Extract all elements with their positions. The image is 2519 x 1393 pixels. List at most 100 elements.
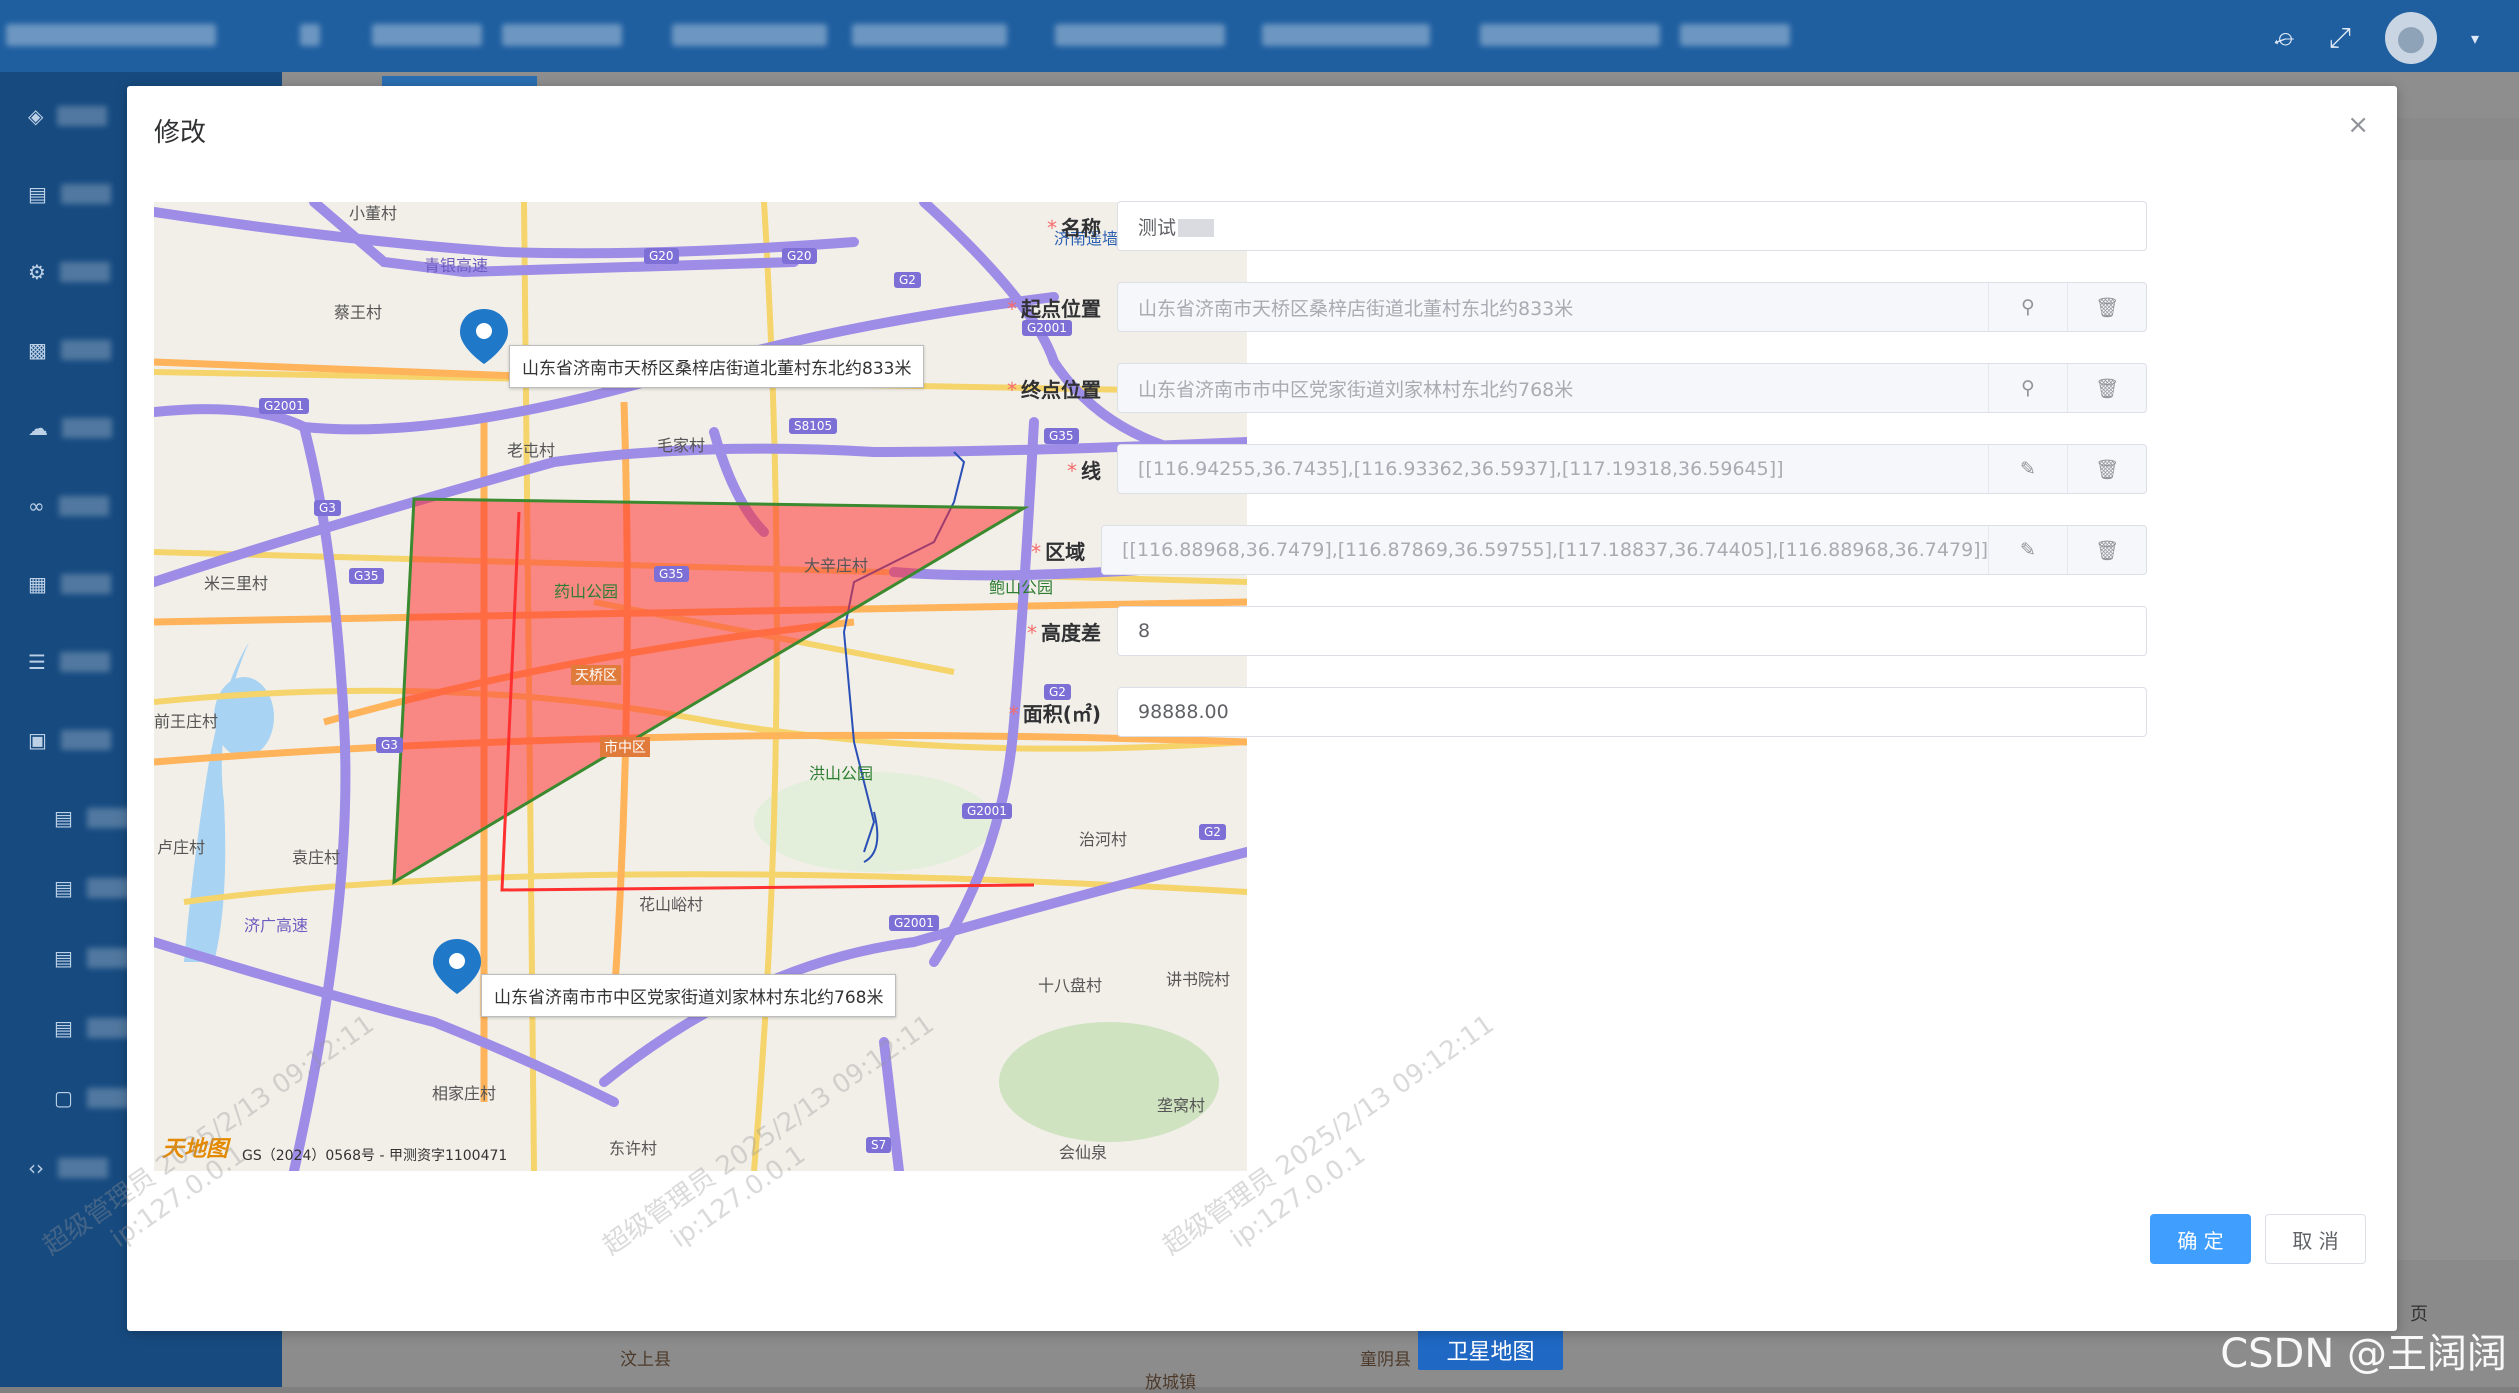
sidebar-item[interactable]: ▦ bbox=[28, 572, 111, 596]
road-badge: G35 bbox=[1044, 428, 1079, 444]
document-icon: ▤ bbox=[28, 182, 47, 206]
sidebar-item[interactable]: ▩ bbox=[28, 338, 111, 362]
confirm-button[interactable]: 确 定 bbox=[2150, 1214, 2251, 1264]
label-size: 面积(㎡) bbox=[1022, 701, 1101, 726]
map-place: 米三里村 bbox=[204, 574, 269, 593]
sidebar-item[interactable]: ▢ bbox=[54, 1086, 137, 1110]
sidebar-item[interactable]: ▤ bbox=[28, 182, 111, 206]
label-height: 高度差 bbox=[1041, 620, 1101, 645]
cancel-button[interactable]: 取 消 bbox=[2265, 1214, 2366, 1264]
map-place: 会仙泉 bbox=[1059, 1143, 1108, 1162]
height-value: 8 bbox=[1138, 620, 1151, 642]
bg-map-label: 童阴县 bbox=[1360, 1350, 1411, 1370]
box-icon: ▢ bbox=[54, 1086, 73, 1110]
road-badge: G2001 bbox=[962, 803, 1012, 819]
sidebar-item[interactable]: ☁ bbox=[28, 416, 112, 440]
sidebar-item[interactable]: ▣ bbox=[28, 728, 111, 752]
location-pin-icon[interactable]: ⚲ bbox=[1988, 283, 2067, 331]
map-place: 袁庄村 bbox=[292, 848, 341, 867]
chart-icon: ▩ bbox=[28, 338, 47, 362]
start-position-input[interactable]: 山东省济南市天桥区桑梓店街道北董村东北约833米 ⚲ 🗑 bbox=[1117, 282, 2147, 332]
sidebar-item[interactable]: ▤ bbox=[54, 876, 137, 900]
doc-icon: ▤ bbox=[54, 946, 73, 970]
map-place: 老屯村 bbox=[507, 441, 556, 460]
book-icon: ▣ bbox=[28, 728, 47, 752]
map-copyright: GS（2024）0568号 - 甲测资字1100471 bbox=[242, 1148, 508, 1164]
close-icon[interactable]: × bbox=[2347, 110, 2369, 140]
doc-icon: ▤ bbox=[54, 806, 73, 830]
area-value: [[116.88968,36.7479],[116.87869,36.59755… bbox=[1122, 539, 1988, 561]
map-place: 济广高速 bbox=[244, 916, 309, 935]
dialog-title: 修改 bbox=[154, 118, 207, 148]
code-icon: ‹› bbox=[28, 1156, 44, 1180]
location-pin-icon[interactable]: ⚲ bbox=[1988, 364, 2067, 412]
side-panel bbox=[2380, 160, 2519, 1260]
sidebar-item[interactable]: ▤ bbox=[54, 806, 137, 830]
sidebar-item[interactable]: ‹› bbox=[28, 1156, 108, 1180]
map-place: 讲书院村 bbox=[1166, 970, 1231, 989]
label-end: 终点位置 bbox=[1021, 377, 1101, 402]
chevron-down-icon[interactable]: ▾ bbox=[2471, 29, 2479, 48]
doc-icon: ▤ bbox=[54, 1016, 73, 1040]
link-icon: ∞ bbox=[28, 494, 45, 518]
sidebar-item[interactable]: ∞ bbox=[28, 494, 109, 518]
avatar[interactable]: ● bbox=[2384, 12, 2437, 64]
size-input[interactable]: 98888.00 bbox=[1117, 687, 2147, 737]
road-badge: G2001 bbox=[259, 398, 309, 414]
fullscreen-icon[interactable]: ⤢ bbox=[2329, 21, 2351, 55]
road-badge: G2 bbox=[1199, 824, 1226, 840]
map-place: 毛家村 bbox=[657, 436, 706, 455]
end-pin-label: 山东省济南市市中区党家街道刘家林村东北约768米 bbox=[481, 974, 897, 1017]
layers-icon: ◈ bbox=[28, 104, 44, 128]
map-place: 卢庄村 bbox=[157, 838, 206, 857]
bell-icon[interactable]: ⌮ bbox=[2274, 21, 2295, 55]
sidebar-item[interactable]: ▤ bbox=[54, 1016, 137, 1040]
bg-map-label: 放城镇 bbox=[1145, 1373, 1196, 1393]
name-input[interactable]: 测试 bbox=[1117, 201, 2147, 251]
edit-icon[interactable]: ✎ bbox=[1988, 526, 2067, 574]
map-place: 市中区 bbox=[600, 737, 650, 757]
road-badge: G2001 bbox=[889, 915, 939, 931]
redacted-text bbox=[1178, 219, 1215, 237]
road-badge: S8105 bbox=[789, 418, 838, 434]
form-row-size: * 面积(㎡) 98888.00 bbox=[977, 687, 2147, 737]
end-position-value: 山东省济南市市中区党家街道刘家林村东北约768米 bbox=[1138, 378, 1574, 401]
road-badge: G2 bbox=[894, 272, 921, 288]
sidebar-item[interactable]: ◈ bbox=[28, 104, 108, 128]
edit-icon[interactable]: ✎ bbox=[1988, 445, 2067, 493]
start-pin-label: 山东省济南市天桥区桑梓店街道北董村东北约833米 bbox=[509, 345, 925, 388]
sidebar-item[interactable]: ☰ bbox=[28, 650, 110, 674]
sidebar-item[interactable]: ▤ bbox=[54, 946, 137, 970]
map-place: 治河村 bbox=[1079, 830, 1128, 849]
satellite-map-button[interactable]: 卫星地图 bbox=[1418, 1330, 1563, 1370]
height-input[interactable]: 8 bbox=[1117, 606, 2147, 656]
road-badge: G35 bbox=[654, 566, 689, 582]
form-row-start: * 起点位置 山东省济南市天桥区桑梓店街道北董村东北约833米 ⚲ 🗑 bbox=[977, 282, 2147, 332]
sidebar-item[interactable]: ⚙ bbox=[28, 260, 110, 284]
label-line: 线 bbox=[1081, 458, 1101, 483]
bg-map-label: 汶上县 bbox=[620, 1350, 671, 1370]
name-value: 测试 bbox=[1138, 216, 1177, 239]
end-position-input[interactable]: 山东省济南市市中区党家街道刘家林村东北约768米 ⚲ 🗑 bbox=[1117, 363, 2147, 413]
line-input[interactable]: [[116.94255,36.7435],[116.93362,36.5937]… bbox=[1117, 444, 2147, 494]
map-place: 垄窝村 bbox=[1157, 1096, 1206, 1115]
csdn-watermark: CSDN @王阔阔 bbox=[2220, 1331, 2507, 1377]
trash-icon[interactable]: 🗑 bbox=[2067, 364, 2146, 412]
map-place: 药山公园 bbox=[554, 582, 619, 601]
map-place: 大辛庄村 bbox=[804, 556, 869, 575]
road-badge: G3 bbox=[314, 500, 341, 516]
form-row-end: * 终点位置 山东省济南市市中区党家街道刘家林村东北约768米 ⚲ 🗑 bbox=[977, 363, 2147, 413]
trash-icon[interactable]: 🗑 bbox=[2067, 526, 2146, 574]
label-start: 起点位置 bbox=[1021, 296, 1101, 321]
trash-icon[interactable]: 🗑 bbox=[2067, 283, 2146, 331]
start-position-value: 山东省济南市天桥区桑梓店街道北董村东北约833米 bbox=[1138, 297, 1574, 320]
tree-icon: ▤ bbox=[54, 876, 73, 900]
label-name: 名称 bbox=[1061, 215, 1101, 240]
road-badge: G3 bbox=[376, 737, 403, 753]
cloud-icon: ☁ bbox=[28, 416, 48, 440]
area-input[interactable]: [[116.88968,36.7479],[116.87869,36.59755… bbox=[1101, 525, 2147, 575]
trash-icon[interactable]: 🗑 bbox=[2067, 445, 2146, 493]
map-place: 天桥区 bbox=[571, 665, 621, 685]
form-row-height: * 高度差 8 bbox=[977, 606, 2147, 656]
road-badge: G20 bbox=[782, 248, 817, 264]
